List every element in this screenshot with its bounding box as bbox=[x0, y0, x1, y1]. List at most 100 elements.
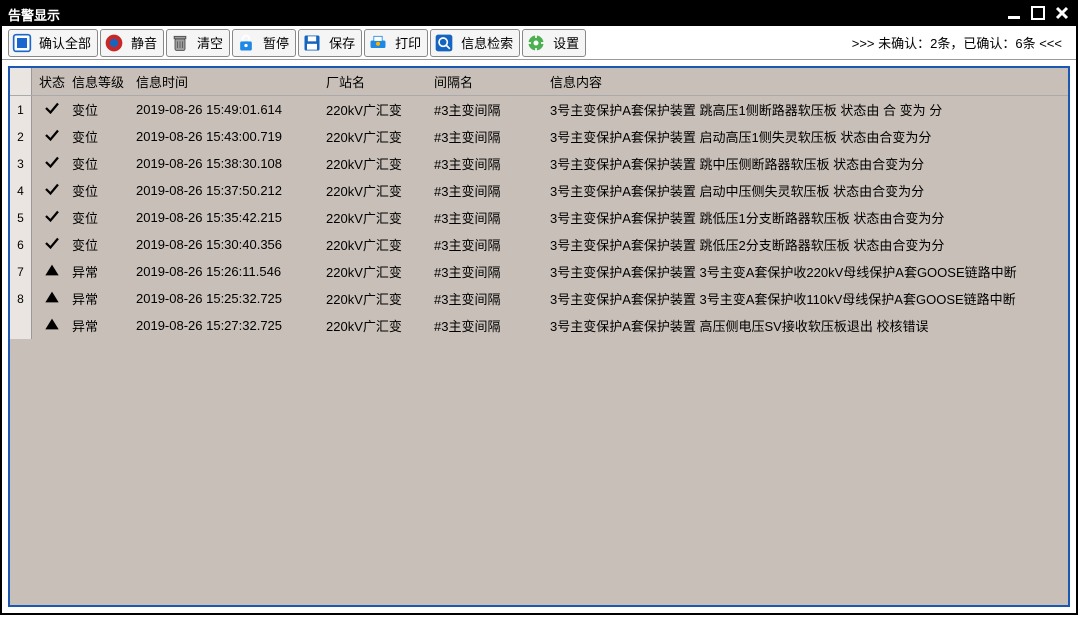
col-station: 厂站名 bbox=[326, 72, 434, 91]
cell-content: 3号主变保护A套保护装置 3号主变A套保护收110kV母线保护A套GOOSE链路… bbox=[542, 289, 1068, 308]
trash-icon bbox=[169, 32, 191, 54]
row-number: 7 bbox=[10, 258, 32, 285]
window-title: 告警显示 bbox=[8, 5, 60, 24]
table-row[interactable]: 6 变位2019-08-26 15:30:40.356220kV广汇变#3主变间隔… bbox=[10, 231, 1068, 258]
maximize-icon[interactable] bbox=[1030, 5, 1046, 24]
titlebar: 告警显示 bbox=[2, 2, 1076, 26]
print-icon bbox=[367, 32, 389, 54]
table-row[interactable]: 7异常2019-08-26 15:26:11.546220kV广汇变#3主变间隔… bbox=[10, 258, 1068, 285]
cell-time: 2019-08-26 15:35:42.215 bbox=[136, 210, 326, 225]
content-area: 状态 信息等级 信息时间 厂站名 间隔名 信息内容 1变位2019-08-26 … bbox=[2, 60, 1076, 613]
cell-level: 异常 bbox=[72, 289, 136, 308]
row-number: 6 bbox=[10, 231, 32, 258]
table-row[interactable]: 8 异常2019-08-26 15:25:32.725220kV广汇变#3主变间隔… bbox=[10, 285, 1068, 312]
save-button[interactable]: 保存 bbox=[298, 29, 362, 57]
cell-content: 3号主变保护A套保护装置 3号主变A套保护收220kV母线保护A套GOOSE链路… bbox=[542, 262, 1068, 281]
row-number: 3 bbox=[10, 150, 32, 177]
warning-triangle-icon bbox=[32, 262, 72, 281]
gear-icon bbox=[525, 32, 547, 54]
mute-icon bbox=[103, 32, 125, 54]
cell-bay: #3主变间隔 bbox=[434, 208, 542, 227]
cell-level: 变位 bbox=[72, 235, 136, 254]
cell-time: 2019-08-26 15:25:32.725 bbox=[136, 291, 326, 306]
print-button[interactable]: 打印 bbox=[364, 29, 428, 57]
cell-time: 2019-08-26 15:43:00.719 bbox=[136, 129, 326, 144]
cell-level: 变位 bbox=[72, 100, 136, 119]
table-row[interactable]: 1变位2019-08-26 15:49:01.614220kV广汇变#3主变间隔… bbox=[10, 96, 1068, 123]
confirm-all-label: 确认全部 bbox=[39, 33, 91, 52]
table-row[interactable]: 异常2019-08-26 15:27:32.725220kV广汇变#3主变间隔3… bbox=[10, 312, 1068, 339]
clear-label: 清空 bbox=[197, 33, 223, 52]
cell-station: 220kV广汇变 bbox=[326, 235, 434, 254]
check-icon bbox=[32, 99, 72, 120]
col-status: 状态 bbox=[32, 72, 72, 91]
cell-time: 2019-08-26 15:49:01.614 bbox=[136, 102, 326, 117]
clear-button[interactable]: 清空 bbox=[166, 29, 230, 57]
cell-station: 220kV广汇变 bbox=[326, 316, 434, 335]
print-label: 打印 bbox=[395, 33, 421, 52]
cell-time: 2019-08-26 15:37:50.212 bbox=[136, 183, 326, 198]
row-number bbox=[10, 312, 32, 339]
settings-label: 设置 bbox=[553, 33, 579, 52]
cell-bay: #3主变间隔 bbox=[434, 316, 542, 335]
table-row[interactable]: 4变位2019-08-26 15:37:50.212220kV广汇变#3主变间隔… bbox=[10, 177, 1068, 204]
cell-content: 3号主变保护A套保护装置 启动中压侧失灵软压板 状态由合变为分 bbox=[542, 181, 1068, 200]
cell-bay: #3主变间隔 bbox=[434, 262, 542, 281]
grid-header: 状态 信息等级 信息时间 厂站名 间隔名 信息内容 bbox=[10, 68, 1068, 96]
settings-button[interactable]: 设置 bbox=[522, 29, 586, 57]
close-icon[interactable] bbox=[1054, 5, 1070, 24]
warning-triangle-icon bbox=[32, 316, 72, 335]
col-level: 信息等级 bbox=[72, 72, 136, 91]
search-icon bbox=[433, 32, 455, 54]
status-summary: >>> 未确认：2条，已确认：6条 <<< bbox=[852, 33, 1070, 52]
pause-label: 暂停 bbox=[263, 33, 289, 52]
cell-level: 变位 bbox=[72, 154, 136, 173]
cell-time: 2019-08-26 15:26:11.546 bbox=[136, 264, 326, 279]
alarm-window: 告警显示 确认全部 静音 bbox=[0, 0, 1078, 615]
cell-level: 变位 bbox=[72, 127, 136, 146]
check-icon bbox=[32, 234, 72, 255]
cell-station: 220kV广汇变 bbox=[326, 100, 434, 119]
cell-time: 2019-08-26 15:38:30.108 bbox=[136, 156, 326, 171]
mute-label: 静音 bbox=[131, 33, 157, 52]
confirm-all-icon bbox=[11, 32, 33, 54]
cell-bay: #3主变间隔 bbox=[434, 154, 542, 173]
cell-level: 变位 bbox=[72, 181, 136, 200]
confirm-all-button[interactable]: 确认全部 bbox=[8, 29, 98, 57]
save-icon bbox=[301, 32, 323, 54]
check-icon bbox=[32, 180, 72, 201]
search-label: 信息检索 bbox=[461, 33, 513, 52]
col-bay: 间隔名 bbox=[434, 72, 542, 91]
cell-bay: #3主变间隔 bbox=[434, 289, 542, 308]
cell-bay: #3主变间隔 bbox=[434, 181, 542, 200]
row-number: 8 bbox=[10, 285, 32, 312]
cell-content: 3号主变保护A套保护装置 跳中压侧断路器软压板 状态由合变为分 bbox=[542, 154, 1068, 173]
window-controls bbox=[1006, 5, 1070, 24]
cell-station: 220kV广汇变 bbox=[326, 181, 434, 200]
row-number: 5 bbox=[10, 204, 32, 231]
col-content: 信息内容 bbox=[542, 72, 1068, 91]
toolbar: 确认全部 静音 清空 暂停 保存 bbox=[2, 26, 1076, 60]
cell-station: 220kV广汇变 bbox=[326, 127, 434, 146]
mute-button[interactable]: 静音 bbox=[100, 29, 164, 57]
cell-content: 3号主变保护A套保护装置 跳高压1侧断路器软压板 状态由 合 变为 分 bbox=[542, 100, 1068, 119]
cell-time: 2019-08-26 15:27:32.725 bbox=[136, 318, 326, 333]
cell-content: 3号主变保护A套保护装置 高压侧电压SV接收软压板退出 校核错误 bbox=[542, 316, 1068, 335]
cell-bay: #3主变间隔 bbox=[434, 235, 542, 254]
cell-station: 220kV广汇变 bbox=[326, 262, 434, 281]
minimize-icon[interactable] bbox=[1006, 5, 1022, 24]
table-row[interactable]: 3 变位2019-08-26 15:38:30.108220kV广汇变#3主变间隔… bbox=[10, 150, 1068, 177]
table-row[interactable]: 5变位2019-08-26 15:35:42.215220kV广汇变#3主变间隔… bbox=[10, 204, 1068, 231]
cell-time: 2019-08-26 15:30:40.356 bbox=[136, 237, 326, 252]
alarm-grid: 状态 信息等级 信息时间 厂站名 间隔名 信息内容 1变位2019-08-26 … bbox=[8, 66, 1070, 607]
check-icon bbox=[32, 207, 72, 228]
pause-button[interactable]: 暂停 bbox=[232, 29, 296, 57]
cell-content: 3号主变保护A套保护装置 启动高压1侧失灵软压板 状态由合变为分 bbox=[542, 127, 1068, 146]
cell-station: 220kV广汇变 bbox=[326, 154, 434, 173]
cell-station: 220kV广汇变 bbox=[326, 289, 434, 308]
table-row[interactable]: 2变位2019-08-26 15:43:00.719220kV广汇变#3主变间隔… bbox=[10, 123, 1068, 150]
col-time: 信息时间 bbox=[136, 72, 326, 91]
save-label: 保存 bbox=[329, 33, 355, 52]
search-button[interactable]: 信息检索 bbox=[430, 29, 520, 57]
cell-bay: #3主变间隔 bbox=[434, 100, 542, 119]
